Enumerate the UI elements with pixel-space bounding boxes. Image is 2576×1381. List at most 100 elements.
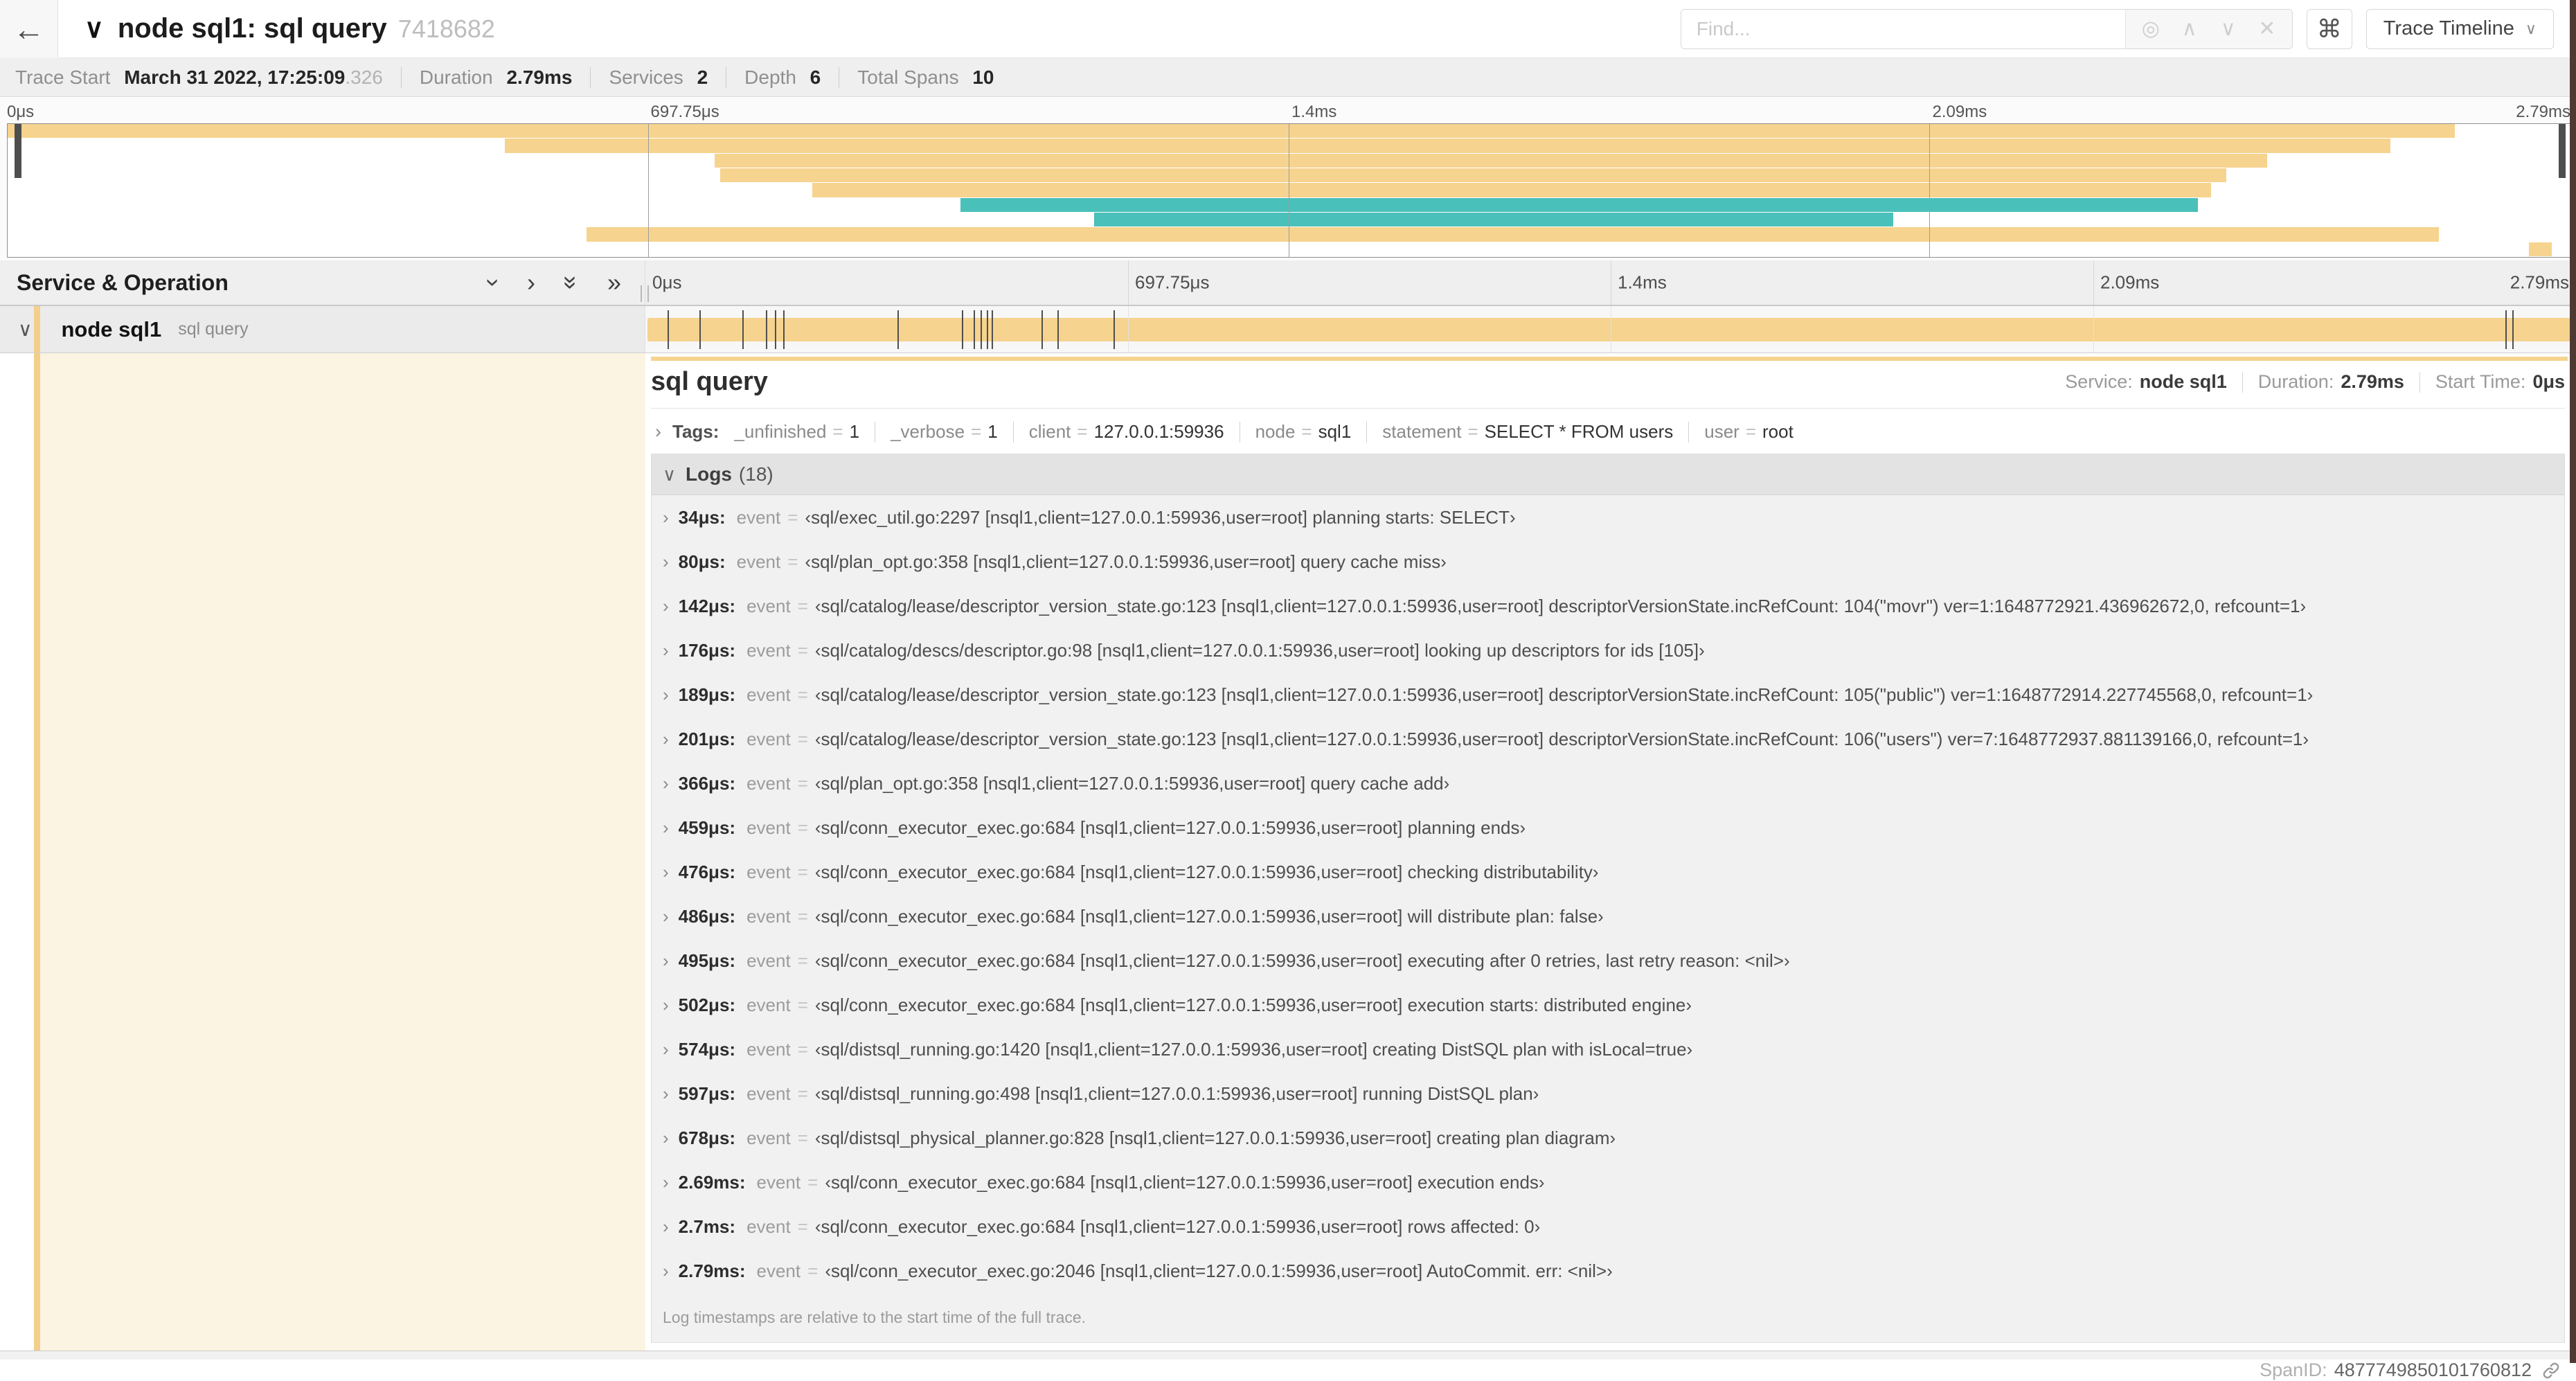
clear-search-icon[interactable]: ✕ xyxy=(2248,17,2287,41)
span-detail-meta: Service: node sql1 Duration: 2.79ms Start Ti… xyxy=(2065,371,2565,393)
log-marker-tick[interactable] xyxy=(699,310,701,349)
log-marker-tick[interactable] xyxy=(961,310,963,349)
divider xyxy=(1688,421,1690,443)
find-input[interactable] xyxy=(1681,9,2125,48)
minimap-tick-label: 0μs xyxy=(7,103,35,121)
service-operation-header: Service & Operation › › » » xyxy=(0,260,649,305)
ruler-gridline xyxy=(1128,306,1129,353)
log-marker-tick[interactable] xyxy=(991,310,993,349)
log-marker-tick[interactable] xyxy=(897,310,899,349)
chevron-right-icon: › xyxy=(663,906,669,927)
minimap-span-bar xyxy=(960,197,2199,212)
prev-result-icon[interactable]: ∧ xyxy=(2170,17,2209,41)
log-field-value: ‹sql/catalog/lease/descriptor_version_st… xyxy=(814,729,2309,749)
chevron-right-icon: › xyxy=(663,729,669,749)
log-marker-tick[interactable] xyxy=(973,310,975,349)
collapse-all-icon[interactable]: » xyxy=(557,276,586,289)
log-row[interactable]: › 502μs: event = ‹sql/conn_executor_exec.go:… xyxy=(652,983,2564,1027)
tags-label: Tags: xyxy=(672,421,719,442)
log-timestamp: 2.7ms: xyxy=(678,1216,736,1237)
log-marker-tick[interactable] xyxy=(765,310,767,349)
log-row[interactable]: › 574μs: event = ‹sql/distsql_running.go:142… xyxy=(652,1027,2564,1071)
tag-key: statement xyxy=(1382,421,1462,442)
log-field-value: ‹sql/conn_executor_exec.go:684 [nsql1,cl… xyxy=(814,906,1604,927)
log-row[interactable]: › 476μs: event = ‹sql/conn_executor_exec.go:… xyxy=(652,850,2564,894)
log-row[interactable]: › 597μs: event = ‹sql/distsql_running.go:498… xyxy=(652,1071,2564,1116)
log-entries: › 34μs: event = ‹sql/exec_util.go:2297 [nsql… xyxy=(652,495,2564,1293)
minimap-span-bar xyxy=(504,139,2390,153)
tag-key: node xyxy=(1255,421,1296,442)
log-row[interactable]: › 189μs: event = ‹sql/catalog/lease/descript… xyxy=(652,672,2564,717)
log-row[interactable]: › 176μs: event = ‹sql/catalog/descs/descript… xyxy=(652,628,2564,672)
next-result-icon[interactable]: ∨ xyxy=(2209,17,2248,41)
log-row[interactable]: › 142μs: event = ‹sql/catalog/lease/descript… xyxy=(652,584,2564,628)
log-timestamp: 459μs: xyxy=(678,817,736,838)
minimap-right-drag-handle[interactable] xyxy=(2559,124,2566,178)
minimap-canvas[interactable] xyxy=(7,123,2570,258)
log-row[interactable]: › 2.7ms: event = ‹sql/conn_executor_exec.go:… xyxy=(652,1204,2564,1249)
tag-value: sql1 xyxy=(1318,421,1352,442)
expand-all-icon[interactable]: » xyxy=(607,270,621,295)
tags-row[interactable]: › Tags: _unfinished = 1 _verbose = 1 client = 12… xyxy=(651,409,2565,454)
log-marker-tick[interactable] xyxy=(2505,310,2507,349)
log-field-value: ‹sql/catalog/descs/descriptor.go:98 [nsq… xyxy=(814,640,1705,661)
log-row[interactable]: › 80μs: event = ‹sql/plan_opt.go:358 [nsql1,… xyxy=(652,540,2564,584)
log-marker-tick[interactable] xyxy=(2512,310,2514,349)
span-detail-left-tint xyxy=(40,353,645,1351)
expand-one-icon[interactable]: › xyxy=(527,270,535,295)
log-row[interactable]: › 678μs: event = ‹sql/distsql_physical_plann… xyxy=(652,1116,2564,1160)
trace-collapse-icon[interactable]: ∨ xyxy=(84,13,104,44)
log-timestamp: 142μs: xyxy=(678,596,736,616)
log-marker-tick[interactable] xyxy=(667,310,669,349)
column-resizer-grip[interactable] xyxy=(641,285,649,302)
chevron-right-icon: › xyxy=(663,1083,669,1104)
log-row[interactable]: › 459μs: event = ‹sql/conn_executor_exec.go:… xyxy=(652,805,2564,850)
log-row[interactable]: › 486μs: event = ‹sql/conn_executor_exec.go:… xyxy=(652,894,2564,938)
log-marker-tick[interactable] xyxy=(986,310,988,349)
back-button[interactable]: ← xyxy=(0,0,58,58)
log-row[interactable]: › 495μs: event = ‹sql/conn_executor_exec.go:… xyxy=(652,938,2564,983)
span-detail-title: sql query xyxy=(651,367,768,396)
span-timeline-cell[interactable] xyxy=(645,306,2576,353)
tag-equals: = xyxy=(832,421,843,442)
find-controls: ◎ ∧ ∨ ✕ xyxy=(2125,9,2292,48)
minimap-left-drag-handle[interactable] xyxy=(15,124,21,178)
log-marker-tick[interactable] xyxy=(782,310,785,349)
minimap-span-bar xyxy=(719,168,2227,183)
span-operation-name: sql query xyxy=(178,319,249,339)
log-marker-tick[interactable] xyxy=(774,310,776,349)
log-marker-tick[interactable] xyxy=(1057,310,1059,349)
log-field-value: ‹sql/catalog/lease/descriptor_version_st… xyxy=(814,596,2307,616)
log-marker-tick[interactable] xyxy=(1041,310,1043,349)
log-equals: = xyxy=(807,1172,819,1193)
log-row[interactable]: › 2.79ms: event = ‹sql/conn_executor_exec.go… xyxy=(652,1249,2564,1293)
log-row[interactable]: › 2.69ms: event = ‹sql/conn_executor_exec.go… xyxy=(652,1160,2564,1204)
trace-meta-label: Depth xyxy=(744,66,802,88)
log-equals: = xyxy=(797,640,808,661)
log-row[interactable]: › 366μs: event = ‹sql/plan_opt.go:358 [nsql1… xyxy=(652,761,2564,805)
link-icon[interactable] xyxy=(2541,1361,2561,1380)
log-marker-tick[interactable] xyxy=(742,310,744,349)
tag-value: root xyxy=(1762,421,1794,442)
view-selector-button[interactable]: Trace Timeline ∨ xyxy=(2365,8,2554,49)
log-marker-tick[interactable] xyxy=(980,310,982,349)
minimap-span-bar xyxy=(587,227,2440,242)
collapse-one-icon[interactable]: › xyxy=(480,278,508,287)
log-equals: = xyxy=(797,995,808,1015)
keyboard-shortcuts-button[interactable]: ⌘ xyxy=(2306,8,2352,49)
log-timestamp: 476μs: xyxy=(678,862,736,882)
log-field-value: ‹sql/conn_executor_exec.go:684 [nsql1,cl… xyxy=(814,1216,1541,1237)
trace-meta-value: 10 xyxy=(972,66,994,88)
span-collapse-icon[interactable]: ∨ xyxy=(18,318,33,341)
log-equals: = xyxy=(797,906,808,927)
locate-icon[interactable]: ◎ xyxy=(2131,17,2170,41)
log-row[interactable]: › 201μs: event = ‹sql/catalog/lease/descript… xyxy=(652,717,2564,761)
detail-meta-label: Service: xyxy=(2065,371,2133,392)
span-detail-header[interactable]: sql query Service: node sql1 Duration: 2.79… xyxy=(651,367,2565,409)
log-equals: = xyxy=(797,817,808,838)
logs-header[interactable]: ∨ Logs (18) xyxy=(652,454,2564,495)
span-row[interactable]: ∨ node sql1 sql query xyxy=(0,306,2576,353)
log-marker-tick[interactable] xyxy=(1113,310,1115,349)
log-row[interactable]: › 34μs: event = ‹sql/exec_util.go:2297 [nsql… xyxy=(652,495,2564,540)
logs-title: Logs xyxy=(686,463,732,485)
